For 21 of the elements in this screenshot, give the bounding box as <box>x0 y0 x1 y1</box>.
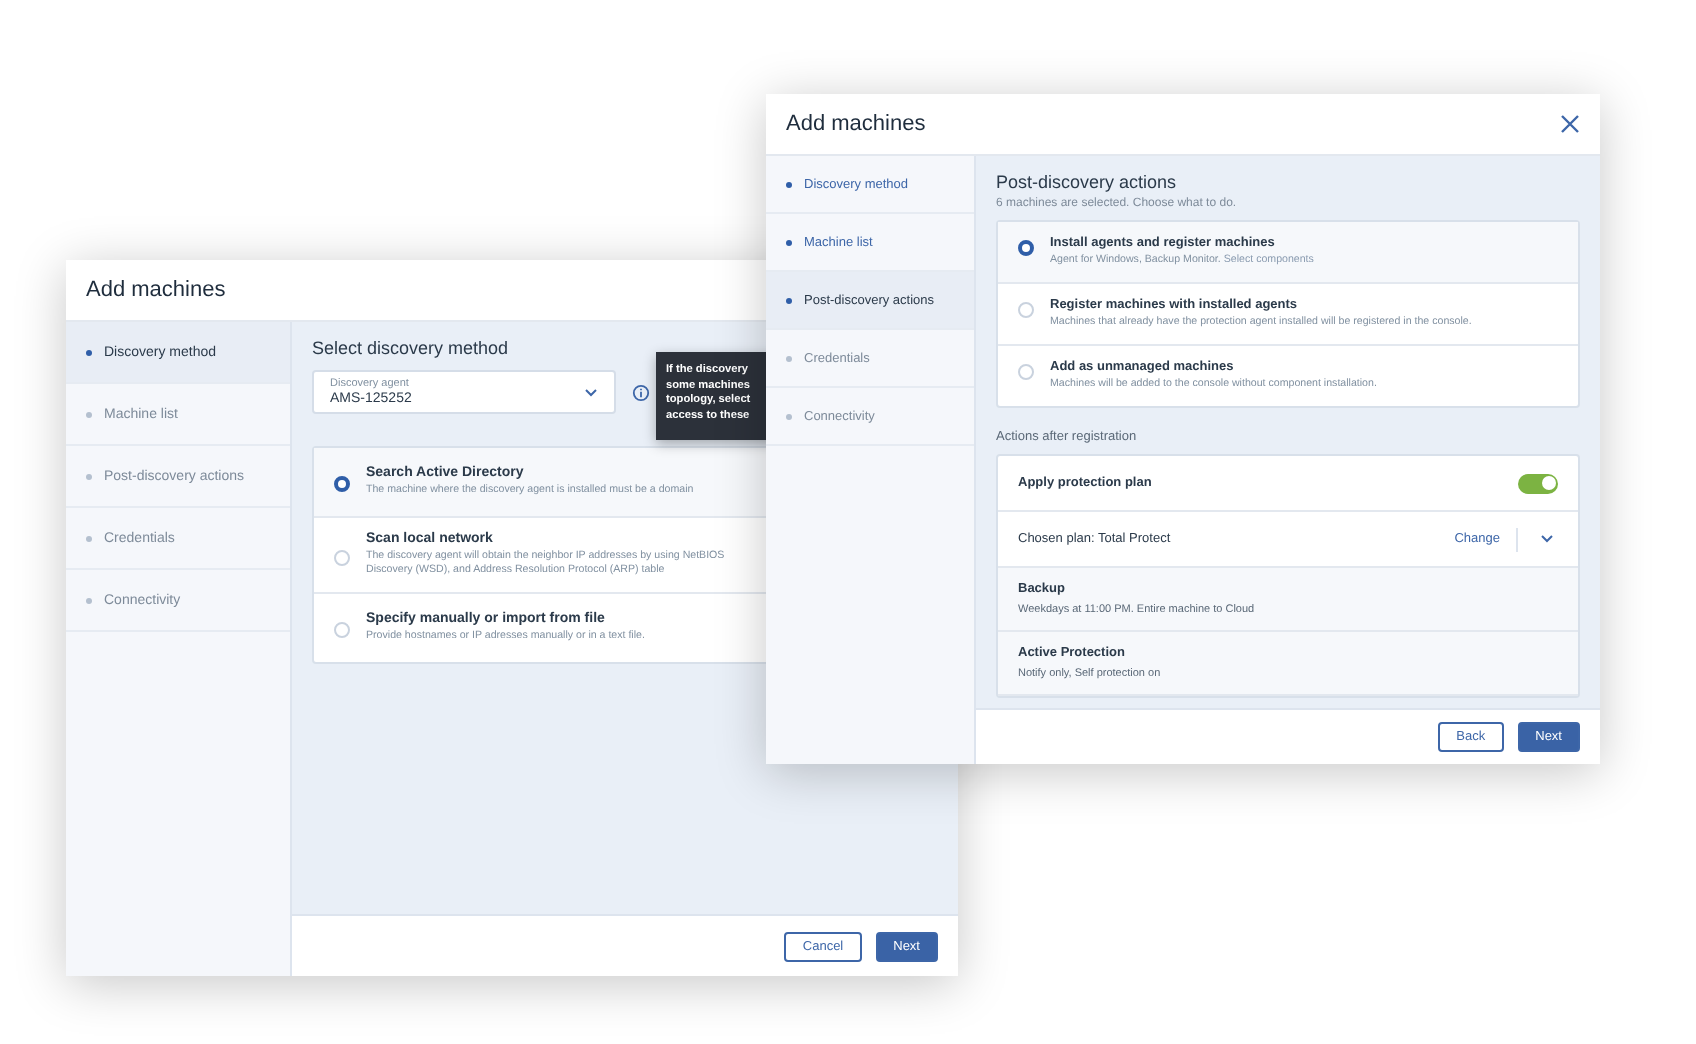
section-heading: Select discovery method <box>312 338 509 358</box>
section-heading: Post-discovery actions <box>996 172 1177 192</box>
step-dot-icon <box>786 355 792 361</box>
step-dot-icon <box>86 535 92 541</box>
close-icon[interactable] <box>1560 114 1580 134</box>
chevron-down-icon <box>584 387 598 397</box>
radio-button[interactable] <box>1018 240 1034 256</box>
radio-button[interactable] <box>334 476 350 492</box>
info-icon[interactable] <box>632 383 650 401</box>
chevron-down-icon <box>1539 534 1553 544</box>
window-title: Add machines <box>786 112 926 136</box>
step-dot-icon <box>86 473 92 479</box>
step-dot-icon <box>86 411 92 417</box>
step-dot-icon <box>786 181 792 187</box>
step-dot-icon <box>786 413 792 419</box>
step-dot-icon <box>786 297 792 303</box>
step-dot-icon <box>786 239 792 245</box>
step-dot-icon <box>86 349 92 355</box>
toggle-switch[interactable] <box>1518 473 1558 493</box>
window-title: Add machines <box>86 278 226 302</box>
step-dot-icon <box>86 597 92 603</box>
